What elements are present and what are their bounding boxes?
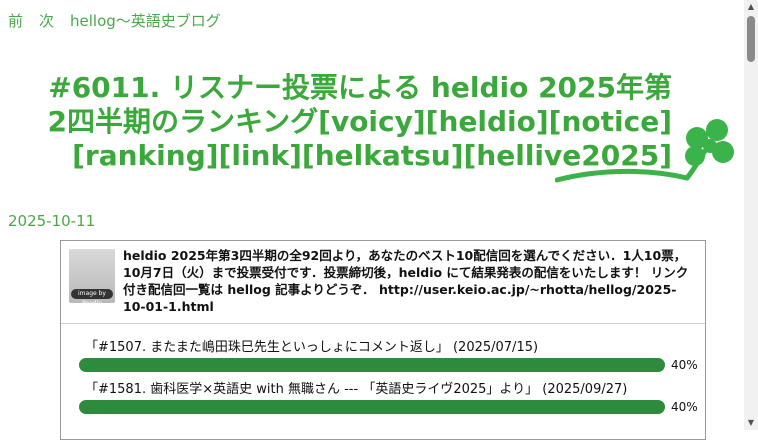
arrow-down-icon[interactable]: ▼ bbox=[744, 416, 758, 430]
site-home-link[interactable]: hellog〜英語史ブログ bbox=[70, 10, 221, 31]
poll-description: heldio 2025年第3四半期の全92回より，あなたのベスト10配信回を選ん… bbox=[123, 248, 689, 314]
clover-icon bbox=[555, 119, 734, 183]
poll-option-label: 「#1581. 歯科医学×英語史 with 無職さん --- 「英語史ライヴ20… bbox=[85, 382, 628, 397]
poll-bar-track bbox=[79, 358, 665, 372]
next-link[interactable]: 次 bbox=[39, 10, 54, 31]
poll-options: 「#1507. またまた嶋田珠巳先生といっしょにコメント返し」 (2025/07… bbox=[61, 324, 705, 414]
thumbnail-badge: image by Poodle bbox=[71, 289, 113, 307]
poll-option-label: 「#1507. またまた嶋田珠巳先生といっしょにコメント返し」 (2025/07… bbox=[85, 340, 539, 355]
post-date: 2025-10-11 bbox=[8, 212, 96, 230]
poll-thumbnail: image by Poodle bbox=[69, 249, 115, 307]
poll-card: image by Poodle heldio 2025年第3四半期の全92回より… bbox=[60, 240, 706, 440]
post-nav: 前 次 hellog〜英語史ブログ bbox=[8, 10, 221, 31]
title-line-1: #6011. リスナー投票による heldio 2025年第 bbox=[48, 70, 672, 104]
arrow-up-icon[interactable]: ▲ bbox=[744, 0, 758, 14]
poll-bar bbox=[79, 400, 665, 414]
poll-percent: 40% bbox=[671, 400, 698, 414]
poll-option[interactable]: 「#1581. 歯科医学×英語史 with 無職さん --- 「英語史ライヴ20… bbox=[79, 378, 699, 414]
poll-option[interactable]: 「#1507. またまた嶋田珠巳先生といっしょにコメント返し」 (2025/07… bbox=[79, 336, 699, 372]
poll-percent: 40% bbox=[671, 358, 698, 372]
poll-bar bbox=[79, 358, 665, 372]
vertical-scrollbar[interactable]: ▲ ▼ bbox=[744, 0, 758, 430]
poll-bar-track bbox=[79, 400, 665, 414]
prev-link[interactable]: 前 bbox=[8, 10, 23, 31]
poll-header: image by Poodle heldio 2025年第3四半期の全92回より… bbox=[61, 241, 705, 324]
scrollbar-thumb[interactable] bbox=[747, 16, 755, 62]
